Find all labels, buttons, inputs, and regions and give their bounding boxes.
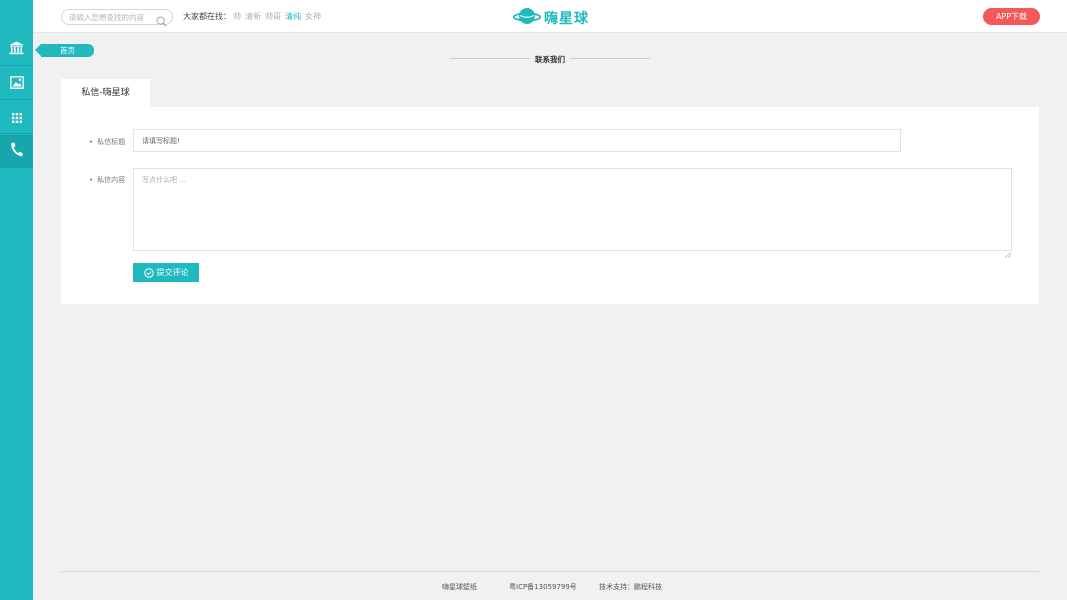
footer-site-name: 嗨星球壁纸 <box>442 583 477 591</box>
section-title: 联系我们 <box>535 55 565 64</box>
hot-search-label: 大家都在找： <box>183 12 231 21</box>
title-label-text: 私信标题 <box>97 138 126 146</box>
footer-divider <box>61 571 1039 572</box>
site-logo[interactable]: 嗨星球 <box>512 5 589 31</box>
message-content-field[interactable] <box>133 168 1012 251</box>
hot-tag-active[interactable]: 清纯 <box>285 11 301 22</box>
sidebar-item-home[interactable] <box>0 33 33 66</box>
search-box <box>61 9 173 27</box>
logo-text: 嗨星球 <box>544 11 589 27</box>
hot-search-tags: 帅 清新 帅哥 清纯 女神 <box>233 11 321 22</box>
apps-grid-icon <box>11 108 22 127</box>
message-form-card: •私信标题 •私信内容 提交评论 <box>61 107 1039 304</box>
search-icon[interactable] <box>156 12 167 31</box>
phone-icon <box>10 142 23 161</box>
tab-private-message[interactable]: 私信-嗨星球 <box>61 79 150 108</box>
check-circle-icon <box>143 267 154 278</box>
submit-comment-button[interactable]: 提交评论 <box>133 263 199 282</box>
top-header: 大家都在找： 帅 清新 帅哥 清纯 女神 嗨星球 APP下载 <box>33 0 1067 33</box>
sidebar <box>0 0 33 600</box>
search-input[interactable] <box>69 11 155 24</box>
title-label: • 私信标题 <box>89 137 125 147</box>
submit-button-label: 提交评论 <box>156 268 189 277</box>
museum-icon <box>9 40 24 59</box>
sidebar-item-contact[interactable] <box>0 135 33 168</box>
sidebar-item-apps[interactable] <box>0 101 33 134</box>
hot-tag[interactable]: 清新 <box>245 11 261 22</box>
planet-logo-icon <box>512 5 542 31</box>
footer: 嗨星球壁纸 粤ICP备13059799号 技术支持：鹏程科技 <box>0 582 1067 594</box>
sidebar-item-images[interactable] <box>0 67 33 100</box>
image-icon <box>9 74 24 93</box>
resize-grip-icon[interactable] <box>1004 243 1012 262</box>
content-label: • 私信内容 <box>89 175 125 185</box>
hot-tag[interactable]: 帅哥 <box>265 11 281 22</box>
section-divider-right <box>570 58 650 59</box>
app-download-button[interactable]: APP下载 <box>983 8 1040 25</box>
required-marker: • <box>89 138 94 146</box>
section-divider-left <box>450 58 530 59</box>
content-label-text: 私信内容 <box>97 176 126 184</box>
hot-tag[interactable]: 帅 <box>233 11 241 22</box>
required-marker: • <box>89 176 94 184</box>
footer-support[interactable]: 技术支持：鹏程科技 <box>599 582 662 592</box>
hot-tag[interactable]: 女神 <box>305 11 321 22</box>
message-title-field[interactable] <box>133 129 901 152</box>
footer-icp[interactable]: 粤ICP备13059799号 <box>509 582 577 592</box>
breadcrumb-home[interactable]: 首页 <box>41 44 94 57</box>
